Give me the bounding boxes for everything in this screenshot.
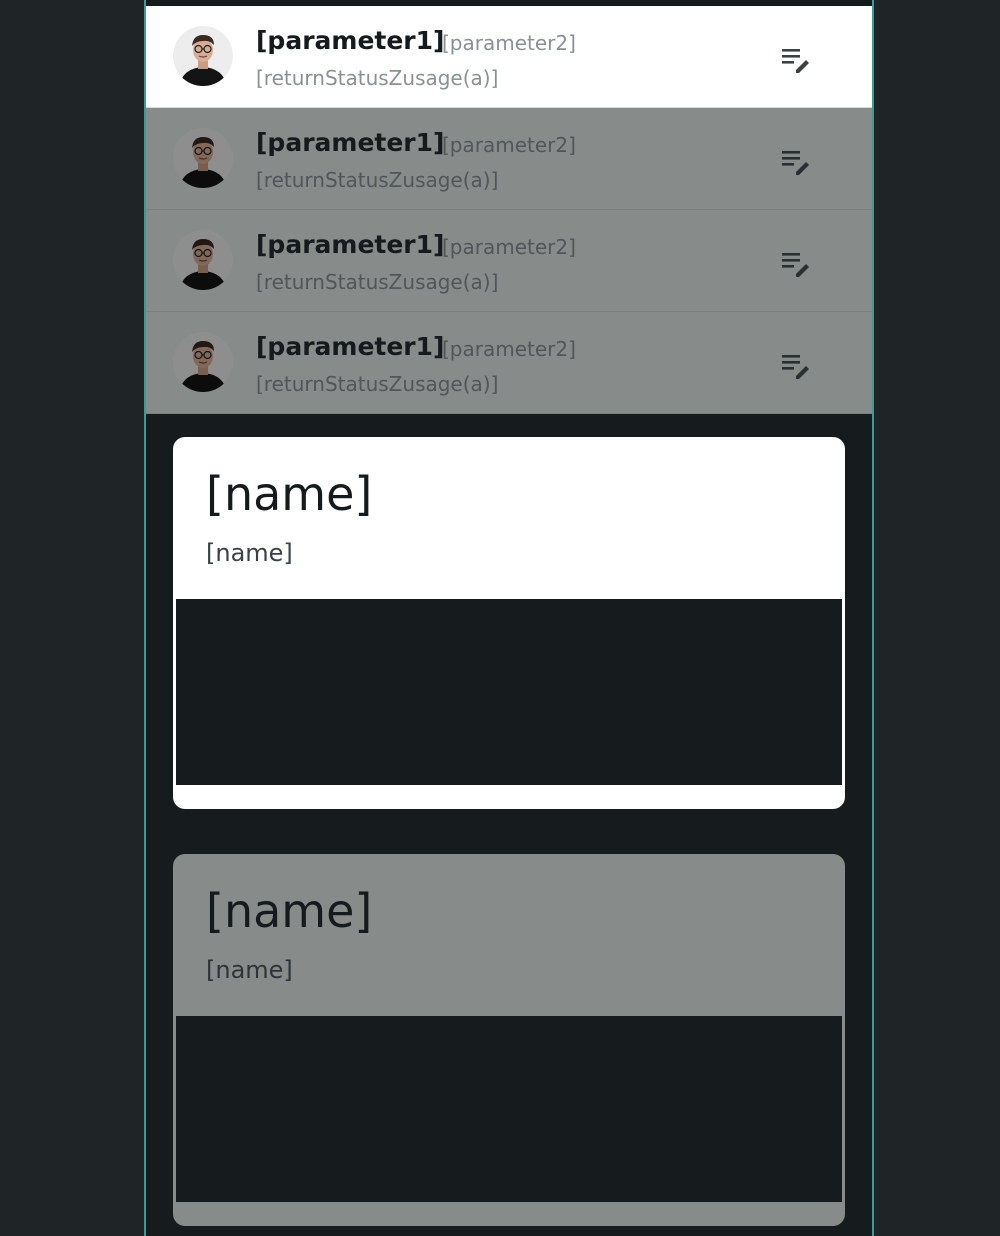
card-title: [name] [206,467,373,521]
parameter2-label: [parameter2] [442,337,576,361]
person-avatar-icon [173,332,233,392]
status-label: [returnStatusZusage(a)] [256,66,499,90]
person-avatar-icon [173,128,233,188]
list-item[interactable]: [parameter1] [parameter2] [returnStatusZ… [146,210,872,312]
card-subtitle: [name] [206,956,293,984]
parameter2-label: [parameter2] [442,133,576,157]
parameter1-label: [parameter1] [256,26,445,55]
list-item[interactable]: [parameter1] [parameter2] [returnStatusZ… [146,6,872,108]
edit-note-icon[interactable] [780,250,814,280]
status-label: [returnStatusZusage(a)] [256,168,499,192]
person-avatar-icon [173,230,233,290]
parameter2-label: [parameter2] [442,31,576,55]
card-subtitle: [name] [206,539,293,567]
card-media [176,1016,842,1202]
card-title: [name] [206,884,373,938]
list-item[interactable]: [parameter1] [parameter2] [returnStatusZ… [146,312,872,414]
list-item[interactable]: [parameter1] [parameter2] [returnStatusZ… [146,108,872,210]
parameter1-label: [parameter1] [256,230,445,259]
edit-note-icon[interactable] [780,46,814,76]
status-label: [returnStatusZusage(a)] [256,270,499,294]
person-list: [parameter1] [parameter2] [returnStatusZ… [146,6,872,414]
card-media [176,599,842,785]
app-frame: [parameter1] [parameter2] [returnStatusZ… [144,0,874,1236]
card[interactable]: [name] [name] [173,437,845,809]
parameter2-label: [parameter2] [442,235,576,259]
edit-note-icon[interactable] [780,352,814,382]
parameter1-label: [parameter1] [256,128,445,157]
card[interactable]: [name] [name] [173,854,845,1226]
person-avatar-icon [173,26,233,86]
parameter1-label: [parameter1] [256,332,445,361]
status-label: [returnStatusZusage(a)] [256,372,499,396]
edit-note-icon[interactable] [780,148,814,178]
